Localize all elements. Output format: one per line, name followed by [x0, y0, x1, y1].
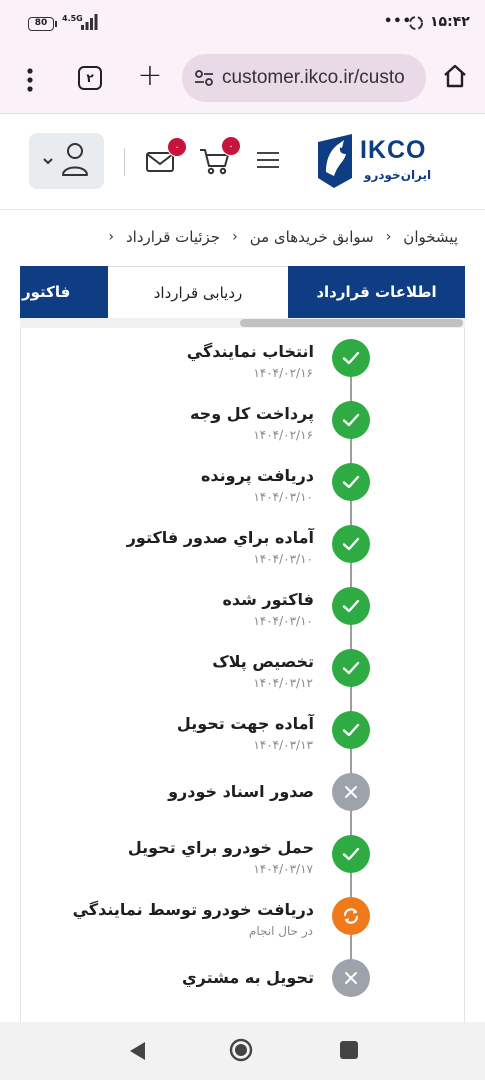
- step-title: انتخاب نمایندگي: [186, 342, 314, 361]
- step-date: ۱۴۰۴/۰۳/۱۰: [253, 614, 313, 628]
- step-title: آماده جهت تحويل: [176, 714, 314, 733]
- step-title: تحویل به مشتري: [181, 968, 314, 987]
- new-tab-icon[interactable]: +: [136, 61, 164, 91]
- back-icon[interactable]: [127, 1040, 147, 1062]
- chevron-left-icon: ‹: [232, 229, 238, 245]
- battery-level: 80: [34, 18, 48, 28]
- user-icon: [43, 143, 88, 176]
- check-icon: [332, 711, 370, 749]
- step-title: صدور اسناد خودرو: [168, 782, 314, 801]
- logo-text: IKCO: [360, 136, 427, 164]
- url-text: customer.ikco.ir/custo: [222, 67, 405, 88]
- check-icon: [332, 339, 370, 377]
- step-title: حمل خودرو براي تحويل: [127, 838, 314, 857]
- step-title: دریافت پرونده: [200, 466, 314, 485]
- cart-badge: ۰: [221, 136, 241, 156]
- tabs-scrollbar-thumb[interactable]: [240, 319, 463, 327]
- mail-badge: ۰: [167, 137, 187, 157]
- contract-tabs: فاکتور ردیابی قرارداد اطلاعات قرارداد: [20, 266, 465, 318]
- system-nav-bar: [0, 1022, 485, 1080]
- ikco-logo[interactable]: IKCO ایران‌خودرو: [314, 132, 454, 192]
- home-nav-icon[interactable]: [229, 1038, 253, 1062]
- step-date: ۱۴۰۴/۰۳/۱۲: [253, 676, 313, 690]
- browser-toolbar: ۲ + customer.ikco.ir/custo: [0, 46, 485, 114]
- tab-invoice[interactable]: فاکتور: [20, 266, 108, 318]
- step-date: ۱۴۰۴/۰۲/۱۶: [253, 428, 313, 442]
- tab-contract-tracking[interactable]: ردیابی قرارداد: [108, 266, 288, 318]
- status-bar: 80 4.5G ••• ۱۵:۴۲: [0, 0, 485, 46]
- tab-switcher-button[interactable]: ۲: [78, 66, 102, 90]
- breadcrumb: پیشخوان ‹ سوابق خریدهای من ‹ جزئیات قرار…: [0, 210, 485, 264]
- battery-icon: 80: [28, 17, 57, 31]
- step-title: آماده براي صدور فاکتور: [126, 528, 314, 547]
- header-divider: [124, 148, 125, 176]
- refresh-icon: [332, 897, 370, 935]
- kebab-menu-icon[interactable]: [22, 66, 38, 94]
- check-icon: [332, 587, 370, 625]
- step-date: ۱۴۰۴/۰۳/۱۰: [253, 552, 313, 566]
- step-date: در حال انجام: [248, 924, 313, 938]
- step-date: ۱۴۰۴/۰۳/۱۳: [253, 738, 313, 752]
- breadcrumb-item-dashboard[interactable]: پیشخوان: [403, 228, 458, 246]
- breadcrumb-item-purchases[interactable]: سوابق خریدهای من: [250, 228, 374, 246]
- site-header: IKCO ایران‌خودرو ۰ ۰: [0, 114, 485, 210]
- check-icon: [332, 525, 370, 563]
- breadcrumb-item-contract-details[interactable]: جزئیات قرارداد: [126, 228, 220, 246]
- step-date: ۱۴۰۴/۰۲/۱۶: [253, 366, 313, 380]
- site-settings-icon[interactable]: [194, 69, 214, 87]
- step-title: دریافت خودرو توسط نمایندگي: [72, 900, 314, 919]
- sync-icon: [409, 16, 423, 30]
- check-icon: [332, 649, 370, 687]
- step-title: تخصيص پلاک: [212, 652, 314, 671]
- chevron-left-icon: ‹: [108, 229, 114, 245]
- check-icon: [332, 401, 370, 439]
- check-icon: [332, 463, 370, 501]
- step-title: پرداخت کل وجه: [189, 404, 314, 423]
- logo-subtext: ایران‌خودرو: [364, 168, 432, 182]
- cart-button[interactable]: ۰: [199, 136, 241, 176]
- close-icon: [332, 959, 370, 997]
- step-date: ۱۴۰۴/۰۳/۱۰: [253, 490, 313, 504]
- step-date: ۱۴۰۴/۰۳/۱۷: [253, 862, 313, 876]
- step-title: فاکتور شده: [222, 590, 314, 609]
- home-icon[interactable]: [441, 62, 469, 90]
- tab-contract-info[interactable]: اطلاعات قرارداد: [288, 266, 465, 318]
- check-icon: [332, 835, 370, 873]
- close-icon: [332, 773, 370, 811]
- chevron-left-icon: ‹: [385, 229, 392, 245]
- clock: ۱۵:۴۲: [430, 14, 470, 30]
- messages-button[interactable]: ۰: [145, 137, 187, 174]
- hamburger-menu-icon[interactable]: [256, 150, 280, 170]
- recent-apps-icon[interactable]: [340, 1041, 358, 1059]
- signal-icon: [81, 14, 98, 30]
- user-menu-button[interactable]: [29, 133, 104, 189]
- address-bar[interactable]: customer.ikco.ir/custo: [182, 54, 426, 102]
